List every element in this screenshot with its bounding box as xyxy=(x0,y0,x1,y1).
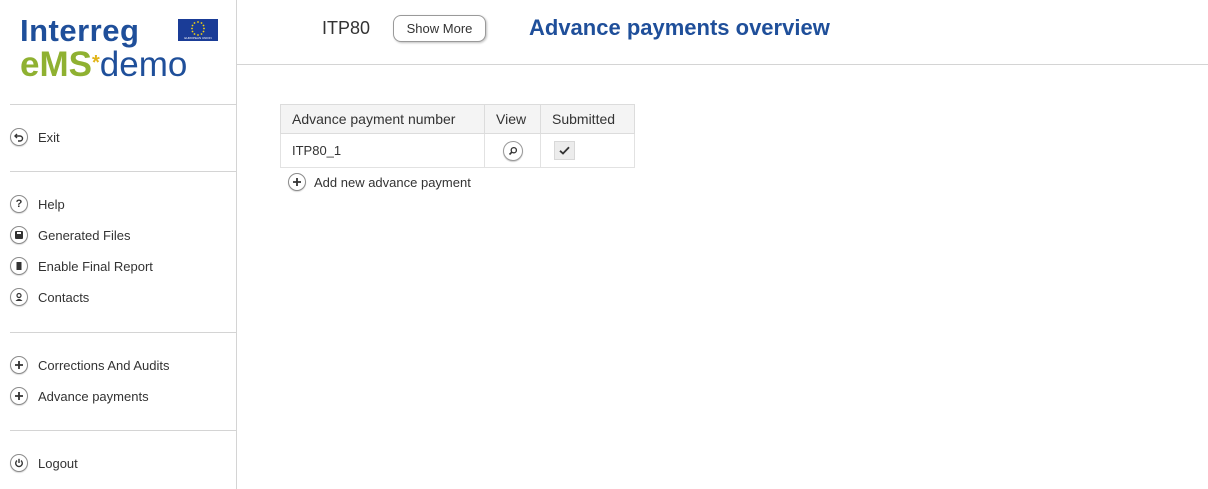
project-code: ITP80 xyxy=(322,18,371,38)
add-new-advance-payment-link[interactable]: Add new advance payment xyxy=(288,173,471,191)
sidebar-item-help[interactable]: ? Help xyxy=(10,193,65,215)
header-divider xyxy=(236,64,1208,65)
sidebar-divider xyxy=(10,332,236,333)
sidebar-item-generated-files[interactable]: Generated Files xyxy=(10,224,131,246)
sidebar-divider xyxy=(10,171,236,172)
logo-ems-demo: eMS*demo xyxy=(20,45,187,85)
sidebar-divider xyxy=(10,104,236,105)
logo-demo-text: demo xyxy=(99,45,188,84)
submitted-cell xyxy=(540,133,635,168)
sidebar-item-logout[interactable]: Logout xyxy=(10,452,78,474)
power-icon xyxy=(10,454,28,472)
plus-icon xyxy=(288,173,306,191)
logo-star: * xyxy=(91,52,100,74)
sidebar-item-advance-payments[interactable]: Advance payments xyxy=(10,385,149,407)
question-icon: ? xyxy=(10,195,28,213)
sidebar-item-label: Advance payments xyxy=(38,388,149,404)
table-row: ITP80_1 xyxy=(280,133,635,168)
show-more-button[interactable]: Show More xyxy=(393,15,486,42)
interreg-ems-demo-logo: Interreg EUROPEAN UNION eMS*demo xyxy=(20,14,220,84)
column-header-view[interactable]: View xyxy=(484,104,541,134)
advance-payment-number-cell: ITP80_1 xyxy=(280,133,485,168)
sidebar-item-label: Contacts xyxy=(38,289,90,305)
view-cell xyxy=(484,133,541,168)
sidebar-item-exit[interactable]: Exit xyxy=(10,126,60,148)
logo-ems-text: eMS xyxy=(20,45,92,84)
sidebar-item-label: Logout xyxy=(38,455,78,471)
column-header-submitted[interactable]: Submitted xyxy=(540,104,635,134)
save-icon xyxy=(10,226,28,244)
magnifier-icon[interactable] xyxy=(502,140,523,161)
undo-arrow-icon xyxy=(10,128,28,146)
sidebar-item-contacts[interactable]: Contacts xyxy=(10,286,89,308)
sidebar-item-label: Help xyxy=(38,196,65,212)
add-link-label: Add new advance payment xyxy=(314,174,471,190)
sidebar-divider xyxy=(10,430,236,431)
book-icon xyxy=(10,257,28,275)
sidebar-item-label: Corrections And Audits xyxy=(38,357,170,373)
sidebar: Interreg EUROPEAN UNION eMS*demo Exit ? … xyxy=(0,0,237,489)
eu-flag-icon: EUROPEAN UNION xyxy=(178,19,218,41)
sidebar-item-label: Exit xyxy=(38,129,60,145)
user-icon xyxy=(10,288,28,306)
sidebar-item-corrections-and-audits[interactable]: Corrections And Audits xyxy=(10,354,170,376)
plus-icon xyxy=(10,356,28,374)
advance-payments-table: Advance payment number View Submitted IT… xyxy=(280,104,635,168)
sidebar-item-label: Enable Final Report xyxy=(38,258,153,274)
table-header-row: Advance payment number View Submitted xyxy=(280,104,635,134)
checkmark-icon xyxy=(559,146,570,155)
submitted-checkbox xyxy=(554,141,575,160)
sidebar-item-label: Generated Files xyxy=(38,227,131,243)
sidebar-item-enable-final-report[interactable]: Enable Final Report xyxy=(10,255,153,277)
eu-caption: EUROPEAN UNION xyxy=(184,36,212,40)
column-header-advance-payment-number[interactable]: Advance payment number xyxy=(280,104,485,134)
page-title: Advance payments overview xyxy=(529,15,830,40)
plus-icon xyxy=(10,387,28,405)
logo-interreg-text: Interreg xyxy=(20,13,140,48)
